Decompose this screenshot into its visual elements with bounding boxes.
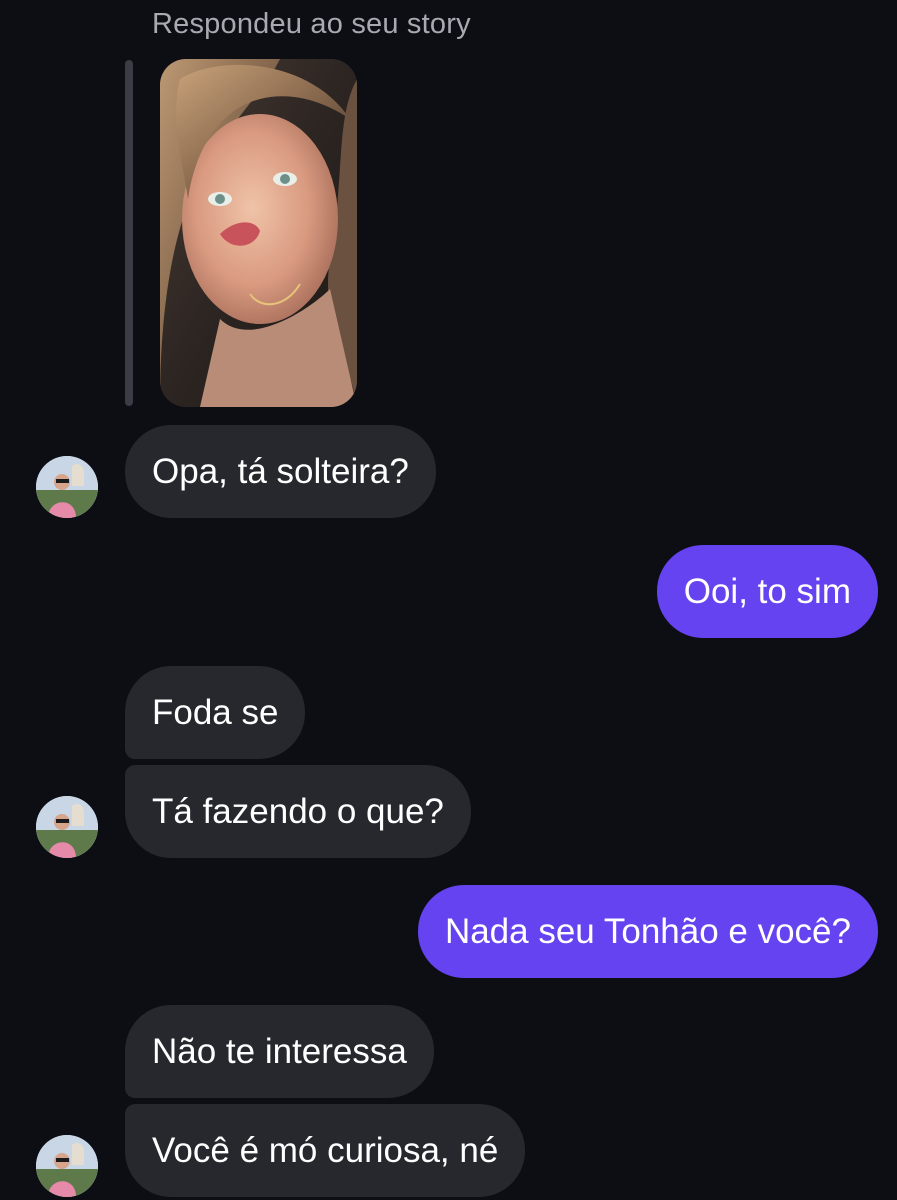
incoming-message[interactable]: Não te interessa	[125, 1005, 434, 1098]
avatar-image	[36, 1135, 98, 1197]
story-thumbnail[interactable]	[160, 59, 357, 407]
incoming-message[interactable]: Tá fazendo o que?	[125, 765, 471, 858]
contact-avatar[interactable]	[36, 796, 98, 858]
outgoing-message[interactable]: Nada seu Tonhão e você?	[417, 885, 878, 978]
contact-avatar[interactable]	[36, 456, 98, 518]
story-photo-image	[160, 59, 357, 407]
avatar-image	[36, 796, 98, 858]
incoming-message[interactable]: Opa, tá solteira?	[125, 425, 436, 518]
contact-avatar[interactable]	[36, 1135, 98, 1197]
outgoing-message[interactable]: Ooi, to sim	[656, 545, 878, 638]
incoming-message[interactable]: Você é mó curiosa, né	[125, 1104, 526, 1197]
incoming-message[interactable]: Foda se	[125, 666, 306, 759]
story-reply-bar	[125, 60, 133, 406]
story-reply-caption: Respondeu ao seu story	[152, 8, 471, 40]
avatar-image	[36, 456, 98, 518]
